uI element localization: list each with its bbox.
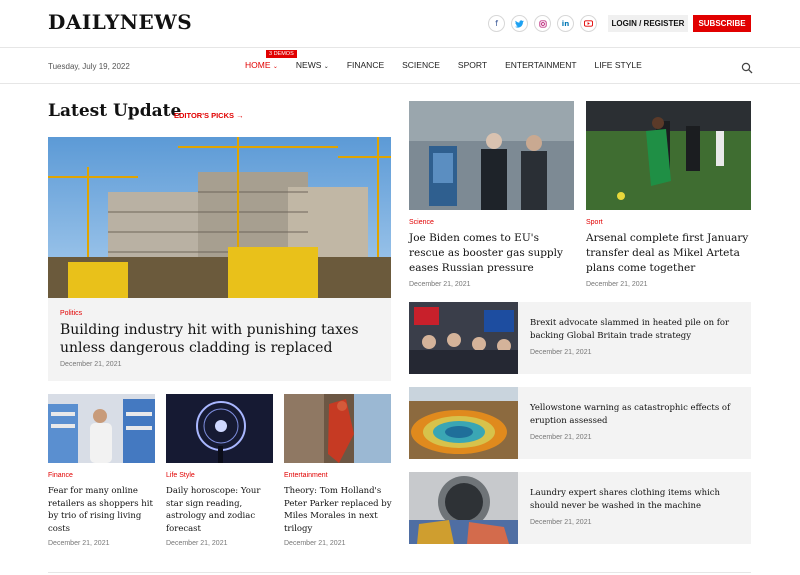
list-item[interactable]: Yellowstone warning as catastrophic effe… <box>409 387 751 459</box>
card-image[interactable] <box>284 394 391 463</box>
card-image[interactable] <box>48 394 155 463</box>
post-date: December 21, 2021 <box>586 281 648 288</box>
nav-item-science[interactable]: SCIENCE <box>402 60 440 70</box>
youtube-icon[interactable] <box>580 15 597 32</box>
category-label[interactable]: Finance <box>48 472 73 479</box>
login-register-button[interactable]: LOGIN / REGISTER <box>608 15 688 32</box>
list-headline[interactable]: Laundry expert shares clothing items whi… <box>530 487 742 513</box>
category-label[interactable]: Science <box>409 219 434 226</box>
demos-badge: 3 DEMOS <box>266 50 297 58</box>
nav-menu: 3 DEMOS HOME ⌄ NEWS ⌄ FINANCE SCIENCE SP… <box>245 50 660 70</box>
list-item[interactable]: Laundry expert shares clothing items whi… <box>409 472 751 544</box>
subscribe-button[interactable]: SUBSCRIBE <box>693 15 751 32</box>
card-headline[interactable]: Fear for many online retailers as shoppe… <box>48 485 156 535</box>
category-label[interactable]: Life Style <box>166 472 195 479</box>
facebook-icon[interactable]: f <box>488 15 505 32</box>
post-date: December 21, 2021 <box>48 540 110 547</box>
twitter-icon[interactable] <box>511 15 528 32</box>
list-headline[interactable]: Brexit advocate slammed in heated pile o… <box>530 317 742 343</box>
card-image[interactable] <box>166 394 273 463</box>
list-thumbnail[interactable] <box>409 302 518 374</box>
nav-item-label: HOME <box>245 60 271 70</box>
post-date: December 21, 2021 <box>409 281 471 288</box>
post-date: December 21, 2021 <box>530 434 592 441</box>
nav-item-finance[interactable]: FINANCE <box>347 60 384 70</box>
post-date: December 21, 2021 <box>166 540 228 547</box>
nav-item-sport[interactable]: SPORT <box>458 60 487 70</box>
card-headline[interactable]: Arsenal complete first January transfer … <box>586 231 751 276</box>
feature-card[interactable]: Politics Building industry hit with puni… <box>48 298 391 381</box>
feature-image[interactable] <box>48 137 391 298</box>
chevron-down-icon: ⌄ <box>323 64 329 70</box>
card-headline[interactable]: Joe Biden comes to EU's rescue as booste… <box>409 231 577 276</box>
chevron-down-icon: ⌄ <box>272 64 278 70</box>
main-navigation: Tuesday, July 19, 2022 3 DEMOS HOME ⌄ NE… <box>0 48 800 84</box>
card-headline[interactable]: Daily horoscope: Your star sign reading,… <box>166 485 274 535</box>
post-date: December 21, 2021 <box>284 540 346 547</box>
divider <box>48 572 751 573</box>
instagram-icon[interactable] <box>534 15 551 32</box>
list-thumbnail[interactable] <box>409 387 518 459</box>
feature-headline[interactable]: Building industry hit with punishing tax… <box>60 321 380 357</box>
arrow-right-icon: → <box>236 111 244 120</box>
section-title: Latest Update <box>48 101 182 121</box>
nav-item-news[interactable]: NEWS ⌄ <box>296 60 329 70</box>
editors-picks-link[interactable]: EDITOR'S PICKS → <box>174 111 244 120</box>
card-image[interactable] <box>409 101 574 210</box>
card-image[interactable] <box>586 101 751 210</box>
post-date: December 21, 2021 <box>530 349 592 356</box>
post-date: December 21, 2021 <box>530 519 592 526</box>
post-date: December 21, 2021 <box>60 361 122 368</box>
category-label[interactable]: Sport <box>586 219 603 226</box>
site-header: DAILYNEWS f in LOGIN / REGISTER SUBSCRIB… <box>0 0 800 48</box>
list-thumbnail[interactable] <box>409 472 518 544</box>
nav-item-entertainment[interactable]: ENTERTAINMENT <box>505 60 576 70</box>
list-item[interactable]: Brexit advocate slammed in heated pile o… <box>409 302 751 374</box>
linkedin-icon[interactable]: in <box>557 15 574 32</box>
nav-item-home[interactable]: 3 DEMOS HOME ⌄ <box>245 50 297 70</box>
site-logo[interactable]: DAILYNEWS <box>48 10 192 34</box>
list-headline[interactable]: Yellowstone warning as catastrophic effe… <box>530 402 742 428</box>
current-date: Tuesday, July 19, 2022 <box>48 62 130 71</box>
category-label[interactable]: Politics <box>60 310 82 317</box>
category-label[interactable]: Entertainment <box>284 472 328 479</box>
nav-item-life-style[interactable]: LIFE STYLE <box>595 60 642 70</box>
social-links: f in <box>488 15 597 32</box>
card-headline[interactable]: Theory: Tom Holland's Peter Parker repla… <box>284 485 392 535</box>
nav-item-label: NEWS <box>295 60 322 70</box>
search-icon[interactable] <box>741 59 753 74</box>
